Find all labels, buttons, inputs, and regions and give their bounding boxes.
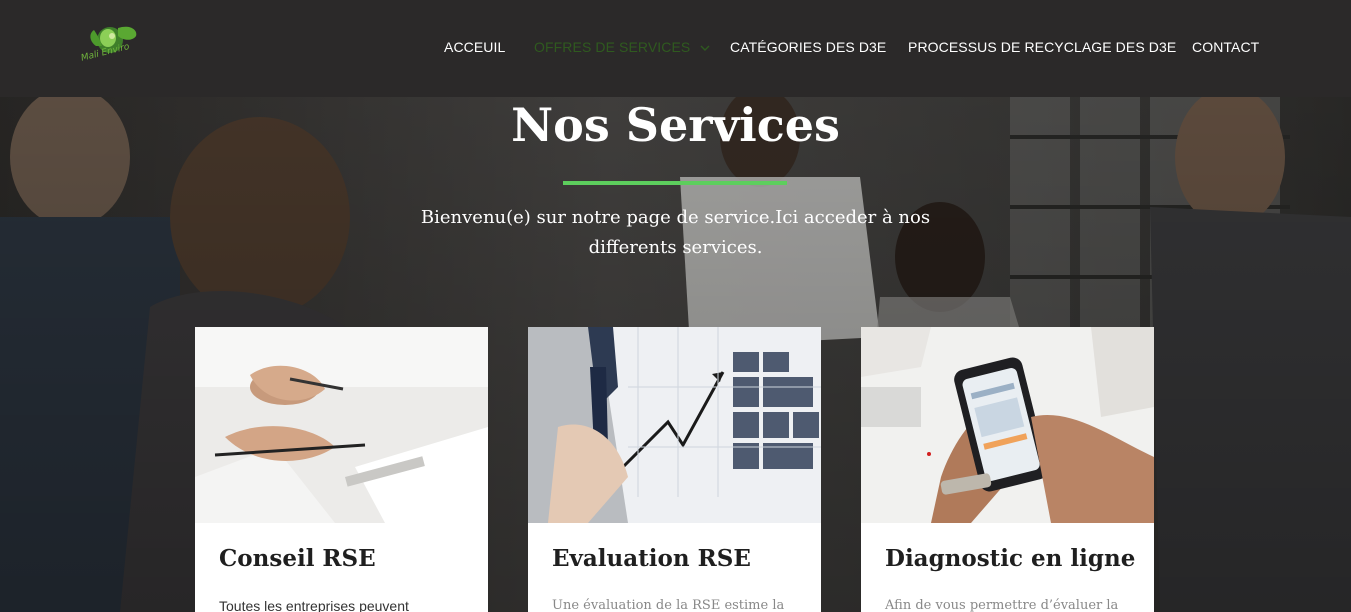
- nav-item-categories-des-d3e[interactable]: CATÉGORIES DES D3E: [730, 38, 886, 56]
- site-header: Mali Enviro ACCEUIL OFFRES DE SERVICES C…: [0, 0, 1351, 97]
- card-title: Evaluation RSE: [552, 545, 751, 572]
- card-image: [195, 327, 488, 523]
- nav-item-processus-de-recyclage[interactable]: PROCESSUS DE RECYCLAGE DES D3E: [908, 38, 1176, 56]
- service-card-diagnostic-en-ligne[interactable]: Diagnostic en ligne Afin de vous permett…: [861, 327, 1154, 612]
- card-text: Toutes les entreprises peuvent: [219, 598, 409, 612]
- page-title: Nos Services: [511, 98, 840, 152]
- card-title: Diagnostic en ligne: [885, 545, 1136, 572]
- nav-item-offres-de-services[interactable]: OFFRES DE SERVICES: [534, 38, 710, 56]
- chevron-down-icon: [700, 45, 710, 52]
- card-image: [528, 327, 821, 523]
- nav-item-label: OFFRES DE SERVICES: [534, 39, 691, 55]
- hero-subtitle: Bienvenu(e) sur notre page de service.Ic…: [420, 207, 931, 258]
- card-image: [861, 327, 1154, 523]
- nav-item-acceuil[interactable]: ACCEUIL: [444, 38, 505, 56]
- title-underline: [563, 181, 787, 185]
- service-card-evaluation-rse[interactable]: Evaluation RSE Une évaluation de la RSE …: [528, 327, 821, 612]
- smartphone-hands-image: [861, 327, 1154, 523]
- service-card-conseil-rse[interactable]: Conseil RSE Toutes les entreprises peuve…: [195, 327, 488, 612]
- nav-item-contact[interactable]: CONTACT: [1192, 38, 1259, 56]
- card-text: Une évaluation de la RSE estime la: [552, 598, 785, 612]
- card-text: Afin de vous permettre d’évaluer la: [885, 598, 1119, 612]
- main-nav: ACCEUIL OFFRES DE SERVICES CATÉGORIES DE…: [0, 38, 1351, 58]
- signing-document-image: [195, 327, 488, 523]
- growth-chart-businessman-image: [528, 327, 821, 523]
- card-title: Conseil RSE: [219, 545, 376, 572]
